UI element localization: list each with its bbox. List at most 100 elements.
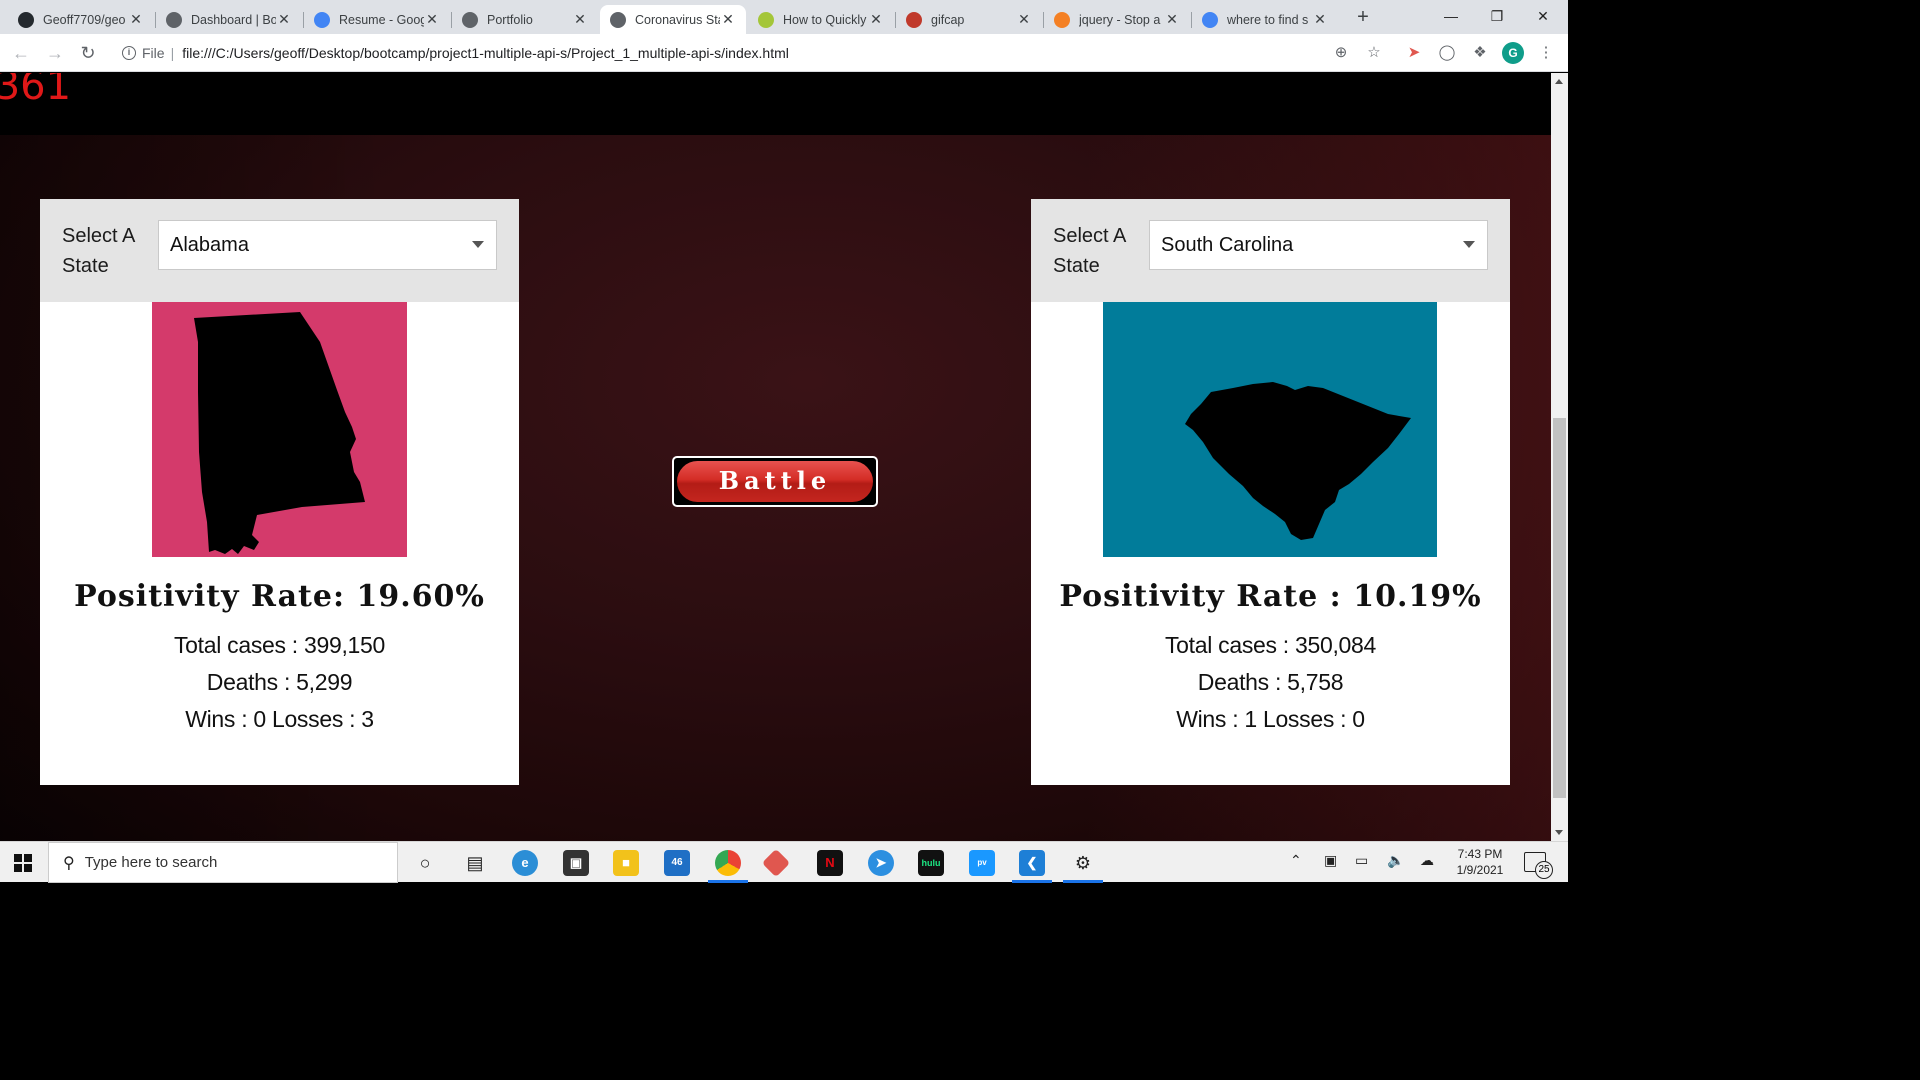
windows-start-icon[interactable] bbox=[14, 854, 32, 872]
onedrive-cloud-icon[interactable]: ☁ bbox=[1420, 852, 1434, 869]
close-tab-icon[interactable]: ✕ bbox=[424, 11, 440, 28]
google-icon bbox=[1202, 11, 1218, 28]
google-docs-icon bbox=[314, 11, 330, 28]
taskbar-clock[interactable]: 7:43 PM 1/9/2021 bbox=[1450, 846, 1510, 878]
close-tab-icon[interactable]: ✕ bbox=[1312, 11, 1328, 28]
task-view-icon[interactable]: ▤ bbox=[462, 850, 488, 876]
gifcap-icon bbox=[906, 11, 922, 28]
state-select-header: Select A State South Carolina bbox=[1031, 199, 1510, 302]
hulu-icon[interactable]: hulu bbox=[918, 850, 944, 876]
scroll-up-arrow-icon[interactable] bbox=[1555, 79, 1563, 84]
browser-tab[interactable]: where to find s ✕ bbox=[1192, 5, 1338, 34]
menu-kebab-icon[interactable]: ⋮ bbox=[1536, 43, 1556, 63]
cortana-icon[interactable]: ○ bbox=[412, 850, 438, 876]
settings-gear-icon[interactable]: ⚙ bbox=[1070, 850, 1096, 876]
battle-button-label: Battle bbox=[677, 461, 873, 502]
url-text: file:///C:/Users/geoff/Desktop/bootcamp/… bbox=[182, 45, 789, 61]
close-tab-icon[interactable]: ✕ bbox=[128, 11, 144, 28]
site-info-icon[interactable]: i bbox=[122, 46, 136, 60]
clock-time: 7:43 PM bbox=[1457, 847, 1503, 861]
meet-now-icon[interactable]: ▣ bbox=[1324, 852, 1337, 869]
browser-tab[interactable]: jquery - Stop a ✕ bbox=[1044, 5, 1190, 34]
browser-tab[interactable]: Resume - Goog ✕ bbox=[304, 5, 450, 34]
close-tab-icon[interactable]: ✕ bbox=[276, 11, 292, 28]
edge-icon[interactable]: e bbox=[512, 850, 538, 876]
back-button[interactable]: ← bbox=[10, 42, 32, 64]
battle-button[interactable]: Battle bbox=[672, 456, 878, 507]
page-viewport: ,361 Select A State Alabama Positivity R… bbox=[0, 73, 1551, 841]
state-dropdown-left[interactable]: Alabama bbox=[158, 220, 497, 270]
header-band: ,361 bbox=[0, 73, 1551, 135]
hubspot-icon bbox=[758, 11, 774, 28]
state-card-left: Select A State Alabama Positivity Rate: … bbox=[40, 199, 519, 785]
alabama-map-image bbox=[152, 302, 407, 557]
extension-icon[interactable]: ➤ bbox=[1404, 43, 1424, 63]
win-loss-record: Wins : 0 Losses : 3 bbox=[185, 706, 374, 732]
browser-tab[interactable]: Coronavirus Sta ✕ bbox=[600, 5, 746, 34]
south-carolina-map-image bbox=[1103, 302, 1437, 557]
file-explorer-icon[interactable]: ■ bbox=[613, 850, 639, 876]
national-count-text: ,361 bbox=[0, 73, 72, 109]
reload-button[interactable]: ↻ bbox=[77, 42, 99, 64]
close-tab-icon[interactable]: ✕ bbox=[868, 11, 884, 28]
deaths: Deaths : 5,299 bbox=[206, 669, 353, 695]
stackoverflow-icon bbox=[1054, 11, 1070, 28]
browser-tab[interactable]: Geoff7709/geo ✕ bbox=[8, 5, 154, 34]
extension-icon[interactable]: ◯ bbox=[1437, 43, 1457, 63]
deaths: Deaths : 5,758 bbox=[1197, 669, 1344, 695]
bookmark-star-icon[interactable]: ☆ bbox=[1364, 43, 1384, 63]
tab-title: Geoff7709/geo bbox=[43, 12, 126, 27]
minimize-button[interactable]: — bbox=[1428, 0, 1474, 32]
close-window-button[interactable]: ✕ bbox=[1520, 0, 1566, 32]
battery-icon[interactable]: ▭ bbox=[1355, 852, 1368, 869]
mail-badge: 46 bbox=[671, 857, 683, 868]
chevron-up-icon[interactable]: ⌃ bbox=[1290, 852, 1302, 869]
browser-tab-strip: Geoff7709/geo ✕ Dashboard | Bo ✕ Resume - Go… bbox=[0, 0, 1568, 34]
select-state-label: Select A State bbox=[1053, 225, 1126, 277]
app-icon[interactable]: ➤ bbox=[868, 850, 894, 876]
notification-center-icon[interactable]: 25 bbox=[1524, 852, 1553, 879]
active-app-indicator bbox=[708, 880, 748, 883]
chrome-icon[interactable] bbox=[715, 850, 741, 876]
clock-date: 1/9/2021 bbox=[1456, 863, 1504, 877]
netflix-icon[interactable]: N bbox=[817, 850, 843, 876]
scrollbar-thumb[interactable] bbox=[1553, 418, 1566, 798]
state-dropdown-right[interactable]: South Carolina bbox=[1149, 220, 1488, 270]
profile-avatar[interactable]: G bbox=[1502, 42, 1524, 64]
chevron-down-icon bbox=[1463, 241, 1475, 248]
tab-title: Dashboard | Bo bbox=[191, 12, 276, 27]
browser-tab[interactable]: Dashboard | Bo ✕ bbox=[156, 5, 302, 34]
scroll-down-arrow-icon[interactable] bbox=[1555, 830, 1563, 835]
close-tab-icon[interactable]: ✕ bbox=[1016, 11, 1032, 28]
close-tab-icon[interactable]: ✕ bbox=[1164, 11, 1180, 28]
git-kraken-icon[interactable] bbox=[761, 848, 791, 878]
vscode-icon[interactable]: ❮ bbox=[1019, 850, 1045, 876]
address-bar[interactable]: i File | file:///C:/Users/geoff/Desktop/… bbox=[110, 38, 1400, 68]
taskbar-search-box[interactable]: ⚲ Type here to search bbox=[48, 842, 398, 883]
select-state-label: Select A State bbox=[62, 225, 135, 277]
page-scrollbar[interactable] bbox=[1551, 73, 1568, 841]
divider: | bbox=[170, 45, 175, 61]
prime-video-icon[interactable]: pv bbox=[969, 850, 995, 876]
restore-button[interactable]: ❐ bbox=[1474, 0, 1520, 32]
forward-button[interactable]: → bbox=[44, 42, 66, 64]
state-card-right: Select A State South Carolina Positivity… bbox=[1031, 199, 1510, 785]
store-icon[interactable]: ▣ bbox=[563, 850, 589, 876]
scheme-label: File bbox=[142, 45, 165, 61]
browser-tab[interactable]: gifcap ✕ bbox=[896, 5, 1042, 34]
new-tab-button[interactable]: + bbox=[1352, 6, 1374, 28]
close-tab-icon[interactable]: ✕ bbox=[720, 11, 736, 28]
volume-icon[interactable]: 🔈 bbox=[1387, 852, 1404, 869]
tab-title: How to Quickly bbox=[783, 12, 867, 27]
puzzle-extensions-icon[interactable]: ❖ bbox=[1470, 43, 1490, 63]
selected-state: South Carolina bbox=[1161, 234, 1294, 256]
chevron-down-icon bbox=[472, 241, 484, 248]
mail-icon[interactable]: 46 bbox=[664, 850, 690, 876]
zoom-icon[interactable]: ⊕ bbox=[1331, 43, 1351, 63]
globe-icon bbox=[462, 11, 478, 28]
tab-title: Resume - Goog bbox=[339, 12, 424, 27]
close-tab-icon[interactable]: ✕ bbox=[572, 11, 588, 28]
browser-tab[interactable]: How to Quickly ✕ bbox=[748, 5, 894, 34]
tab-title: Portfolio bbox=[487, 12, 533, 27]
browser-tab[interactable]: Portfolio ✕ bbox=[452, 5, 598, 34]
